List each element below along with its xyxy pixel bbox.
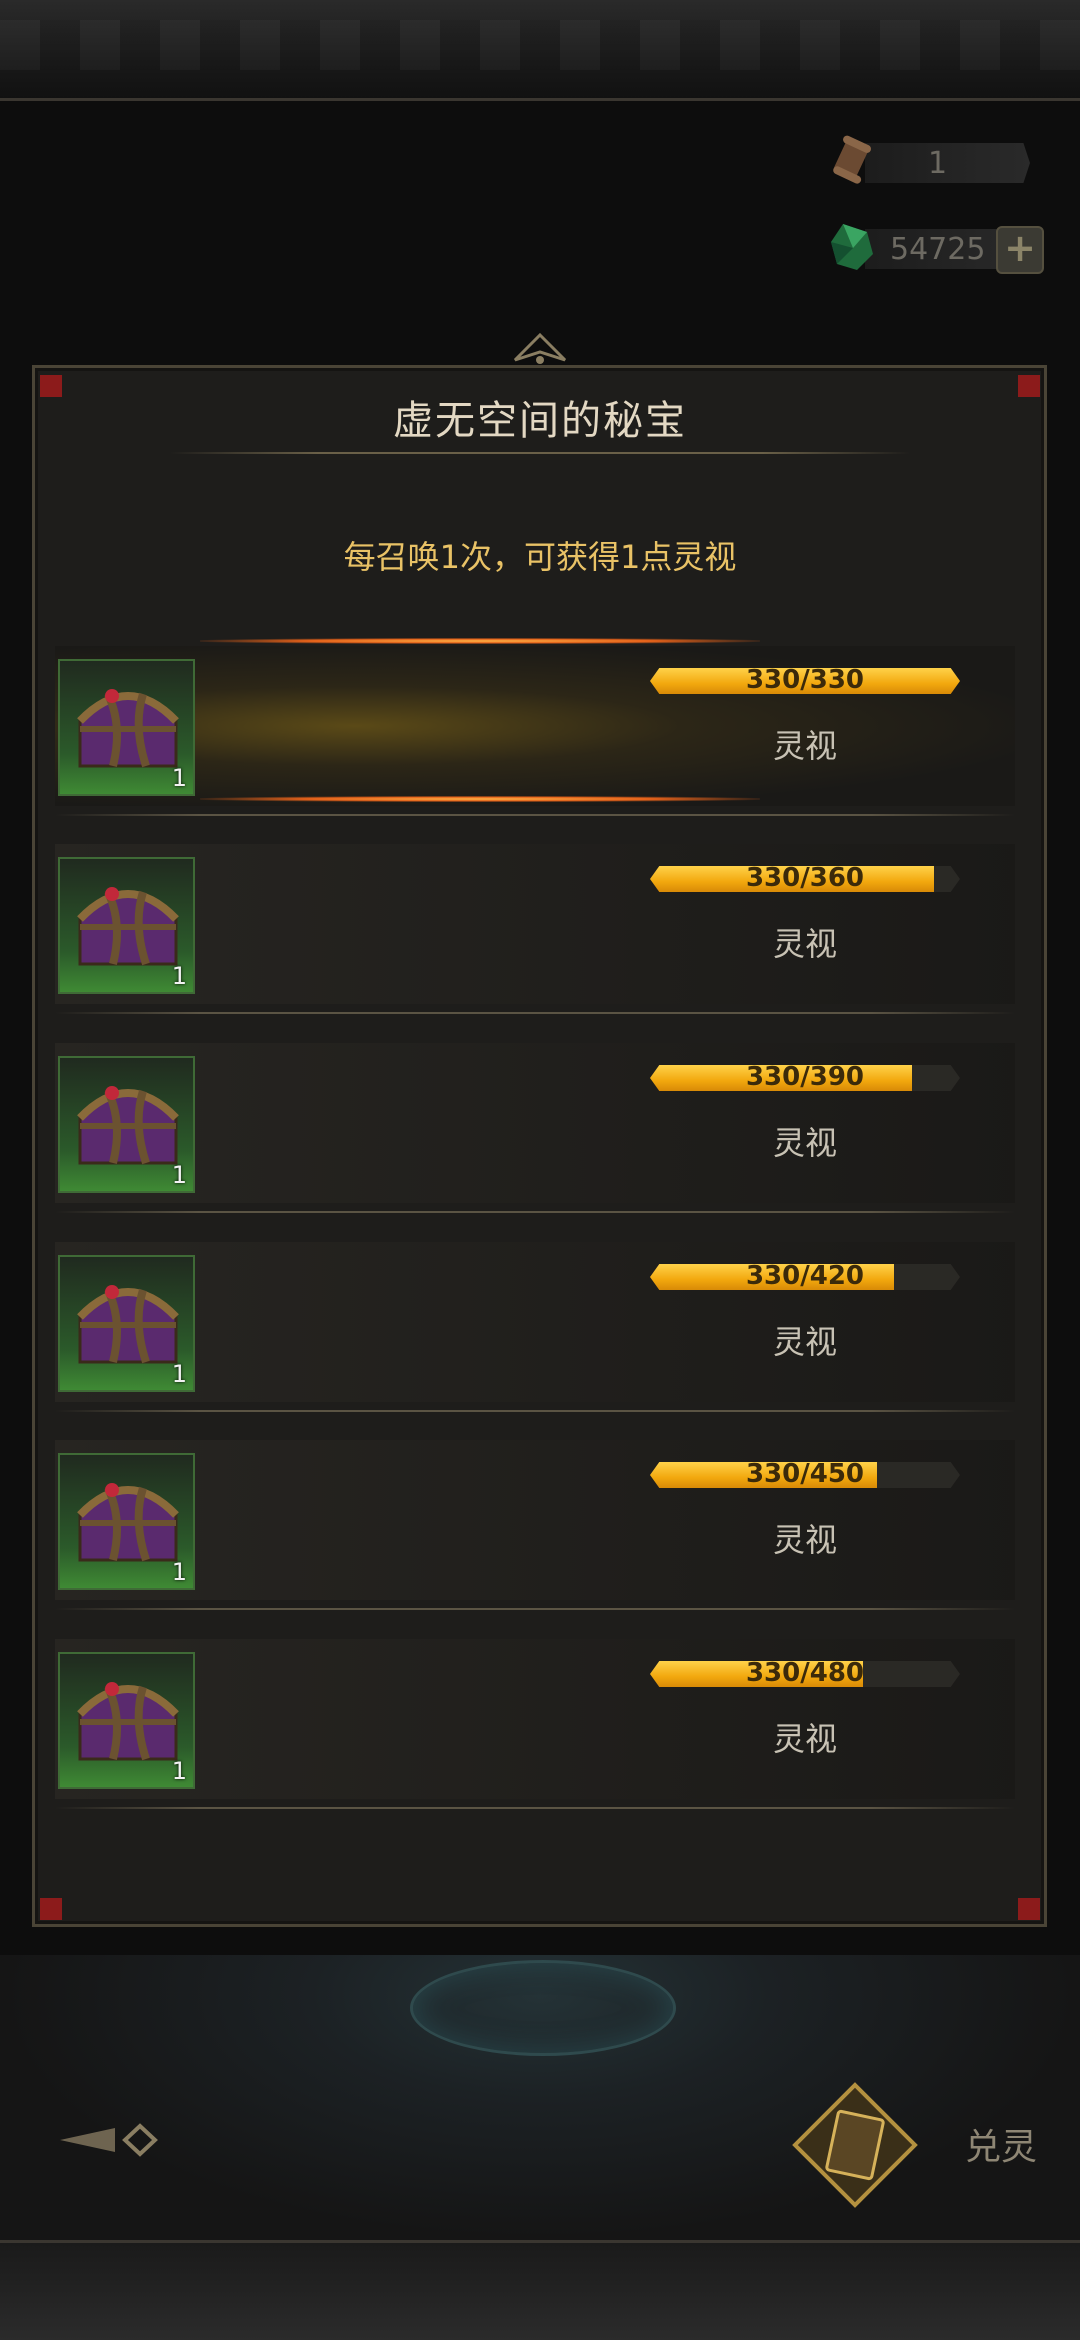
treasure-chest-icon — [77, 1086, 179, 1165]
title-divider — [170, 452, 910, 454]
item-count: 1 — [171, 1161, 187, 1189]
exchange-card-button[interactable] — [790, 2080, 920, 2210]
reward-row[interactable]: 1 330/360 灵视 — [55, 844, 1015, 1004]
treasure-chest-icon — [77, 887, 179, 966]
item-count: 1 — [171, 1757, 187, 1785]
highlight-glow-line — [200, 796, 760, 802]
reward-item-slot[interactable]: 1 — [58, 1255, 195, 1392]
reward-item-slot[interactable]: 1 — [58, 1453, 195, 1590]
reward-item-slot[interactable]: 1 — [58, 659, 195, 796]
currency-box — [865, 143, 1030, 183]
back-button[interactable] — [55, 2110, 165, 2170]
progress-text: 330/390 — [745, 1062, 865, 1092]
bottom-frame — [0, 2240, 1080, 2340]
altar-ring — [410, 1960, 676, 2056]
panel-corner-decoration — [1018, 1898, 1040, 1920]
reward-label: 灵视 — [772, 1521, 837, 1559]
reward-item-slot[interactable]: 1 — [58, 1652, 195, 1789]
panel-subtitle: 每召唤1次，可获得1点灵视 — [343, 538, 737, 576]
treasure-chest-icon — [77, 1285, 179, 1364]
reward-label: 灵视 — [772, 1124, 837, 1162]
reward-item-slot[interactable]: 1 — [58, 1056, 195, 1193]
gem-count: 54725 — [890, 232, 986, 267]
back-arrow-icon — [60, 2123, 158, 2157]
reward-label: 灵视 — [772, 925, 837, 963]
row-divider — [55, 1410, 1015, 1412]
panel-title: 虚无空间的秘宝 — [393, 398, 687, 444]
reward-row[interactable]: 1 330/330 灵视 — [55, 646, 1015, 806]
panel-corner-decoration — [40, 1898, 62, 1920]
highlight-glow-line — [200, 638, 760, 644]
reward-label: 灵视 — [772, 1323, 837, 1361]
green-gem-icon — [831, 224, 873, 270]
treasure-chest-icon — [77, 1483, 179, 1562]
reward-item-slot[interactable]: 1 — [58, 857, 195, 994]
top-frame — [0, 0, 1080, 101]
card-icon — [792, 2082, 918, 2208]
progress-text: 330/360 — [745, 863, 865, 893]
scroll-count: 1 — [928, 146, 948, 181]
row-divider — [55, 1012, 1015, 1014]
title-ornament-icon — [513, 332, 567, 364]
reward-row[interactable]: 1 330/390 灵视 — [55, 1043, 1015, 1203]
item-count: 1 — [171, 1558, 187, 1586]
reward-row[interactable]: 1 330/450 灵视 — [55, 1440, 1015, 1600]
scroll-icon — [833, 135, 872, 184]
progress-text: 330/330 — [745, 665, 865, 695]
exchange-label: 兑灵 — [965, 2127, 1038, 2168]
reward-label: 灵视 — [772, 1720, 837, 1758]
row-divider — [55, 1807, 1015, 1809]
progress-text: 330/480 — [745, 1658, 865, 1688]
treasure-chest-icon — [77, 689, 179, 768]
treasure-chest-icon — [77, 1682, 179, 1761]
reward-row[interactable]: 1 330/480 灵视 — [55, 1639, 1015, 1799]
reward-label: 灵视 — [772, 727, 837, 765]
row-divider — [55, 1211, 1015, 1213]
progress-text: 330/450 — [745, 1459, 865, 1489]
item-count: 1 — [171, 1360, 187, 1388]
row-divider — [55, 814, 1015, 816]
progress-text: 330/420 — [745, 1261, 865, 1291]
item-count: 1 — [171, 962, 187, 990]
reward-row[interactable]: 1 330/420 灵视 — [55, 1242, 1015, 1402]
add-gems-button[interactable]: + — [996, 226, 1044, 274]
row-divider — [55, 1608, 1015, 1610]
item-count: 1 — [171, 764, 187, 792]
